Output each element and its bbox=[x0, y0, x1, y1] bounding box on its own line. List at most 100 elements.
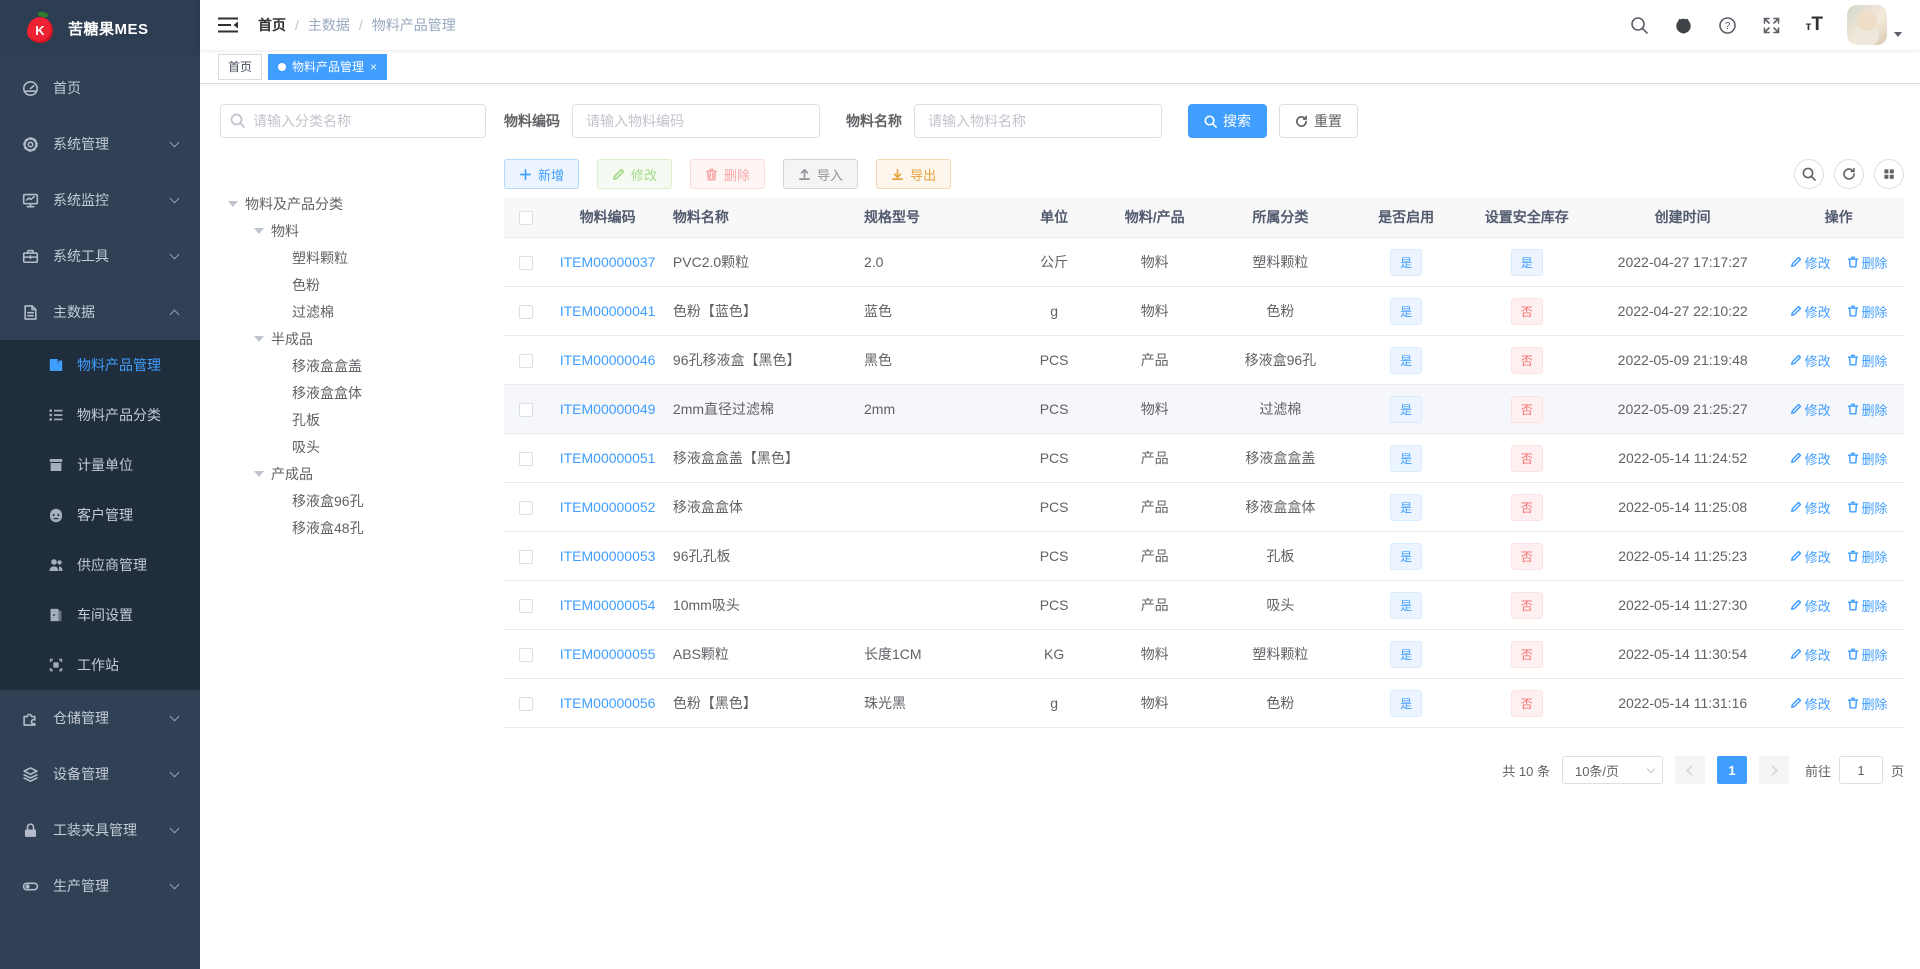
row-delete-link[interactable]: 删除 bbox=[1847, 449, 1888, 468]
edit-button[interactable]: 修改 bbox=[597, 159, 673, 189]
row-checkbox[interactable] bbox=[519, 599, 534, 614]
row-checkbox[interactable] bbox=[519, 501, 534, 516]
goto-page-input[interactable] bbox=[1838, 756, 1883, 784]
row-checkbox[interactable] bbox=[519, 550, 534, 565]
sidebar-item-system-monitor[interactable]: 系统监控 bbox=[0, 172, 200, 228]
search-icon[interactable] bbox=[1630, 15, 1650, 35]
sidebar-item-material-product-category[interactable]: 物料产品分类 bbox=[0, 390, 200, 440]
material-name-input[interactable] bbox=[914, 104, 1162, 138]
row-delete-link[interactable]: 删除 bbox=[1847, 694, 1888, 713]
app-logo[interactable]: K 苦糖果MES bbox=[0, 0, 200, 56]
row-checkbox[interactable] bbox=[519, 452, 534, 467]
sidebar-item-tooling-mgmt[interactable]: 工装夹具管理 bbox=[0, 802, 200, 858]
row-checkbox[interactable] bbox=[519, 256, 534, 271]
sidebar-item-home[interactable]: 首页 bbox=[0, 60, 200, 116]
material-code-link[interactable]: ITEM00000052 bbox=[560, 499, 656, 515]
row-delete-link[interactable]: 删除 bbox=[1847, 253, 1888, 272]
tree-node-group[interactable]: 物料 bbox=[220, 217, 486, 244]
row-edit-link[interactable]: 修改 bbox=[1790, 253, 1831, 272]
columns-button[interactable] bbox=[1874, 159, 1904, 189]
category-search-input[interactable] bbox=[220, 104, 486, 138]
sidebar-item-workstation[interactable]: 工作站 bbox=[0, 640, 200, 690]
avatar[interactable] bbox=[1847, 5, 1887, 45]
material-code-link[interactable]: ITEM00000056 bbox=[560, 695, 656, 711]
row-edit-link[interactable]: 修改 bbox=[1790, 596, 1831, 615]
row-delete-link[interactable]: 删除 bbox=[1847, 596, 1888, 615]
material-code-link[interactable]: ITEM00000046 bbox=[560, 352, 656, 368]
tag-close-icon[interactable]: × bbox=[370, 61, 377, 73]
tree-node-leaf[interactable]: 孔板 bbox=[220, 406, 486, 433]
sidebar-item-workshop-settings[interactable]: 车间设置 bbox=[0, 590, 200, 640]
tree-node-group[interactable]: 半成品 bbox=[220, 325, 486, 352]
row-checkbox[interactable] bbox=[519, 354, 534, 369]
hide-search-button[interactable] bbox=[1794, 159, 1824, 189]
sidebar-item-master-data[interactable]: 主数据 bbox=[0, 284, 200, 340]
tree-node-leaf[interactable]: 吸头 bbox=[220, 433, 486, 460]
tree-node-leaf[interactable]: 色粉 bbox=[220, 271, 486, 298]
row-checkbox[interactable] bbox=[519, 403, 534, 418]
tag-home[interactable]: 首页 bbox=[218, 53, 263, 80]
row-delete-link[interactable]: 删除 bbox=[1847, 547, 1888, 566]
row-delete-link[interactable]: 删除 bbox=[1847, 351, 1888, 370]
github-icon[interactable] bbox=[1674, 15, 1694, 35]
row-delete-link[interactable]: 删除 bbox=[1847, 302, 1888, 321]
sidebar-item-system-mgmt[interactable]: 系统管理 bbox=[0, 116, 200, 172]
tree-expand-icon[interactable] bbox=[254, 335, 264, 342]
row-edit-link[interactable]: 修改 bbox=[1790, 449, 1831, 468]
row-edit-link[interactable]: 修改 bbox=[1790, 547, 1831, 566]
material-code-link[interactable]: ITEM00000055 bbox=[560, 646, 656, 662]
export-button[interactable]: 导出 bbox=[876, 159, 952, 189]
sidebar-item-material-product-mgmt[interactable]: 物料产品管理 bbox=[0, 340, 200, 390]
sidebar-item-supplier-mgmt[interactable]: 供应商管理 bbox=[0, 540, 200, 590]
row-delete-link[interactable]: 删除 bbox=[1847, 645, 1888, 664]
sidebar-toggle-icon[interactable] bbox=[218, 17, 238, 33]
material-code-link[interactable]: ITEM00000051 bbox=[560, 450, 656, 466]
tree-node-leaf[interactable]: 移液盒盒体 bbox=[220, 379, 486, 406]
row-edit-link[interactable]: 修改 bbox=[1790, 400, 1831, 419]
user-menu[interactable] bbox=[1847, 5, 1902, 45]
tree-node-root[interactable]: 物料及产品分类 bbox=[220, 190, 486, 217]
sidebar-item-equipment-mgmt[interactable]: 设备管理 bbox=[0, 746, 200, 802]
material-code-input[interactable] bbox=[572, 104, 820, 138]
sidebar-item-customer-mgmt[interactable]: 客户管理 bbox=[0, 490, 200, 540]
tree-expand-icon[interactable] bbox=[254, 227, 264, 234]
prev-page-button[interactable] bbox=[1674, 756, 1705, 784]
tag-material-product-mgmt[interactable]: 物料产品管理 × bbox=[268, 53, 388, 80]
tree-node-leaf[interactable]: 过滤棉 bbox=[220, 298, 486, 325]
row-edit-link[interactable]: 修改 bbox=[1790, 498, 1831, 517]
row-edit-link[interactable]: 修改 bbox=[1790, 351, 1831, 370]
tree-node-leaf[interactable]: 移液盒盒盖 bbox=[220, 352, 486, 379]
row-edit-link[interactable]: 修改 bbox=[1790, 302, 1831, 321]
page-number-current[interactable]: 1 bbox=[1716, 756, 1747, 784]
refresh-button[interactable] bbox=[1834, 159, 1864, 189]
row-delete-link[interactable]: 删除 bbox=[1847, 498, 1888, 517]
reset-button[interactable]: 重置 bbox=[1279, 104, 1358, 138]
tree-expand-icon[interactable] bbox=[228, 200, 238, 207]
material-code-link[interactable]: ITEM00000054 bbox=[560, 597, 656, 613]
breadcrumb-home[interactable]: 首页 bbox=[258, 15, 286, 35]
next-page-button[interactable] bbox=[1758, 756, 1789, 784]
material-code-link[interactable]: ITEM00000053 bbox=[560, 548, 656, 564]
sidebar-item-system-tools[interactable]: 系统工具 bbox=[0, 228, 200, 284]
row-checkbox[interactable] bbox=[519, 305, 534, 320]
tree-node-leaf[interactable]: 移液盒96孔 bbox=[220, 487, 486, 514]
row-checkbox[interactable] bbox=[519, 697, 534, 712]
tree-expand-icon[interactable] bbox=[254, 470, 264, 477]
search-button[interactable]: 搜索 bbox=[1188, 104, 1267, 138]
sidebar-item-production-mgmt[interactable]: 生产管理 bbox=[0, 858, 200, 914]
row-edit-link[interactable]: 修改 bbox=[1790, 645, 1831, 664]
material-code-link[interactable]: ITEM00000041 bbox=[560, 303, 656, 319]
row-edit-link[interactable]: 修改 bbox=[1790, 694, 1831, 713]
material-code-link[interactable]: ITEM00000049 bbox=[560, 401, 656, 417]
import-button[interactable]: 导入 bbox=[783, 159, 859, 189]
add-button[interactable]: 新增 bbox=[504, 159, 580, 189]
tree-node-leaf[interactable]: 塑料颗粒 bbox=[220, 244, 486, 271]
fullscreen-icon[interactable] bbox=[1762, 15, 1782, 35]
sidebar-item-measure-unit[interactable]: 计量单位 bbox=[0, 440, 200, 490]
font-size-icon[interactable]: тT bbox=[1806, 14, 1824, 36]
row-checkbox[interactable] bbox=[519, 648, 534, 663]
help-icon[interactable]: ? bbox=[1718, 15, 1738, 35]
delete-button[interactable]: 删除 bbox=[690, 159, 766, 189]
tree-node-leaf[interactable]: 移液盒48孔 bbox=[220, 514, 486, 541]
select-all-checkbox[interactable] bbox=[519, 211, 534, 226]
